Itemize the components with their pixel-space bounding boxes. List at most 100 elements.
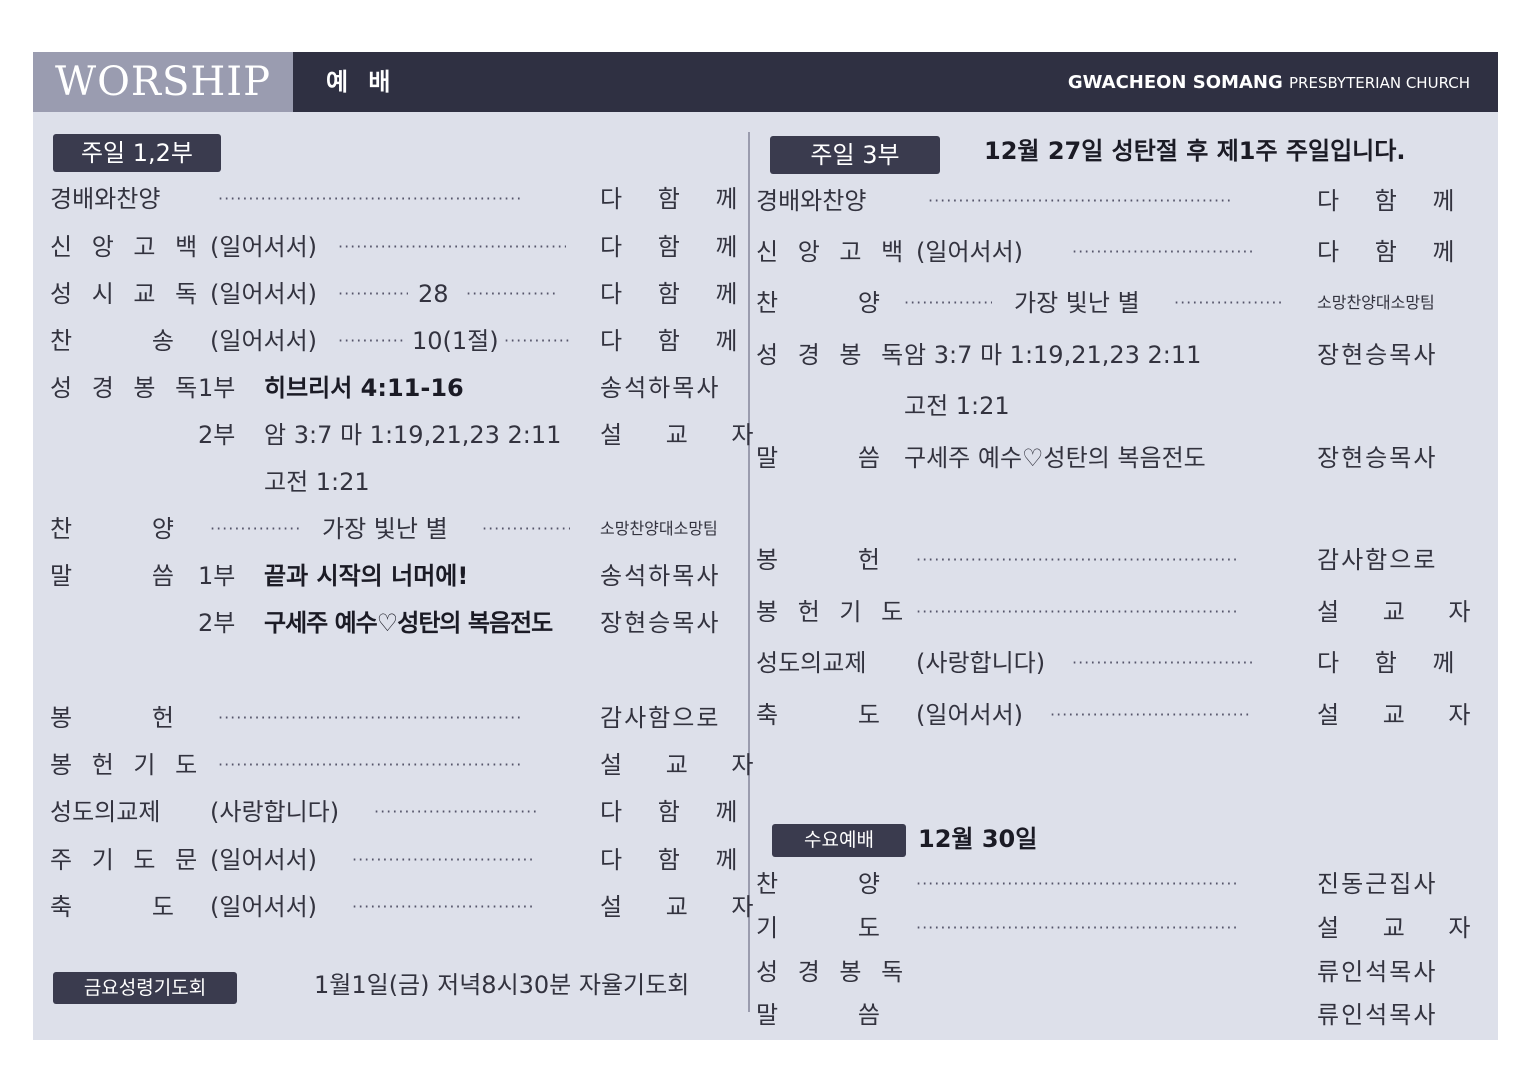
order-leader: 다 함 께 [600,280,752,308]
scripture-text: 암 3:7 마 1:19,21,23 2:11 [904,341,1202,369]
leader-dots: ······························ [1072,653,1255,672]
leader-dots: ······························ [352,850,535,869]
leader-dots: ········································… [916,874,1239,893]
order-label: 성 경 봉 독 [756,958,910,986]
label-part: 씀 [857,1001,880,1029]
sermon-title: 끝과 시작의 너머에! [264,562,469,590]
anthem-title: 가장 빛난 별 [1014,289,1140,317]
label-part: 기 [756,914,779,942]
leader-dots: ········································… [916,602,1239,621]
order-note: (일어서서) [210,280,318,308]
order-label: 봉 헌 기 도 [756,598,910,626]
service-part: 2부 [198,609,236,637]
leader-dots: ······································ [338,237,566,256]
label-part: 도 [857,701,880,729]
order-label: 봉헌 [50,703,174,733]
service-part: 1부 [198,374,236,402]
leader-dots: ········································… [218,189,523,208]
scripture-text: 암 3:7 마 1:19,21,23 2:11 [264,421,562,449]
order-label: 찬송 [50,326,174,356]
order-label: 축도 [50,892,174,922]
order-leader: 송석하목사 [600,374,721,402]
label-part: 말 [756,444,779,472]
leader-dots: ······························ [352,897,535,916]
wednesday-service-badge: 수요예배 [772,824,906,857]
scripture-text: 고전 1:21 [904,392,1010,420]
order-leader: 설 교 자 [600,893,772,921]
label-part: 말 [50,562,73,590]
sermon-title: 구세주 예수♡성탄의 복음전도 [904,444,1206,472]
leader-dots: ··························· [374,802,539,821]
order-leader: 다 함 께 [600,327,752,355]
order-label: 신 앙 고 백 [50,233,204,261]
label-part: 헌 [151,704,174,732]
order-leader: 설 교 자 [600,421,772,449]
order-leader: 장현승목사 [600,609,721,637]
order-note: (일어서서) [210,233,318,261]
order-leader: 진동근집사 [1317,870,1438,898]
church-name-sub: PRESBYTERIAN CHURCH [1289,74,1470,92]
leader-dots: ················ [466,284,558,303]
order-label: 신 앙 고 백 [756,238,910,266]
order-leader: 설 교 자 [1317,701,1489,729]
order-label: 경배와찬양 [50,185,161,213]
order-label: 찬양 [756,288,880,318]
label-part: 찬 [50,327,73,355]
order-note: (일어서서) [210,327,318,355]
label-part: 봉 [50,704,73,732]
label-part: 찬 [756,289,779,317]
order-leader: 장현승목사 [1317,444,1438,472]
order-leader: 설 교 자 [1317,598,1489,626]
leader-dots: ··············· [482,519,570,538]
order-leader: 감사함으로 [1317,546,1438,574]
sunday-1-2-badge: 주일 1,2부 [53,134,221,172]
order-label: 성 경 봉 독 [756,341,910,369]
order-leader: 다 함 께 [600,233,752,261]
leader-dots: ········································… [916,918,1239,937]
order-note: (일어서서) [210,846,318,874]
leader-dots: ······························ [1072,242,1255,261]
order-label: 말씀 [50,561,174,591]
order-note: (일어서서) [916,701,1024,729]
order-label: 축도 [756,700,880,730]
label-part: 양 [857,289,880,317]
leader-dots: ········································… [916,550,1239,569]
leader-dots: ··············· [210,519,300,538]
order-leader: 감사함으로 [600,704,721,732]
label-part: 헌 [857,546,880,574]
order-label: 찬양 [756,869,880,899]
service-part: 1부 [198,562,236,590]
order-leader: 다 함 께 [600,798,752,826]
order-label: 성 시 교 독 [50,280,204,308]
leader-dots: ········································… [218,708,523,727]
order-leader: 설 교 자 [1317,914,1489,942]
order-label: 성도의교제 [756,649,867,677]
friday-prayer-info: 1월1일(금) 저녁8시30분 자율기도회 [314,971,690,999]
order-label: 말씀 [756,443,880,473]
responsive-reading-number: 28 [418,280,449,308]
wednesday-heading: 12월 30일 [918,825,1038,853]
column-divider [748,132,750,1012]
label-part: 양 [151,515,174,543]
order-leader: 다 함 께 [1317,649,1469,677]
label-part: 씀 [857,444,880,472]
sunday-3-badge: 주일 3부 [770,136,940,174]
scripture-text: 고전 1:21 [264,468,370,496]
order-leader: 다 함 께 [1317,238,1469,266]
leader-dots: ········································… [928,191,1233,210]
order-label: 기도 [756,913,880,943]
church-name-main: GWACHEON SOMANG [1067,72,1283,93]
service-part: 2부 [198,421,236,449]
order-note: (사랑합니다) [916,649,1046,677]
order-label: 성도의교제 [50,798,161,826]
label-part: 찬 [50,515,73,543]
order-leader: 설 교 자 [600,751,772,779]
friday-prayer-badge: 금요성령기도회 [53,972,237,1004]
leader-dots: ··········· [338,331,404,350]
order-leader: 류인석목사 [1317,958,1438,986]
order-label: 주 기 도 문 [50,846,204,874]
order-leader: 송석하목사 [600,562,721,590]
leader-dots: ··············· [904,293,992,312]
order-label: 봉헌 [756,545,880,575]
sunday-heading: 12월 27일 성탄절 후 제1주 주일입니다. [984,137,1406,165]
